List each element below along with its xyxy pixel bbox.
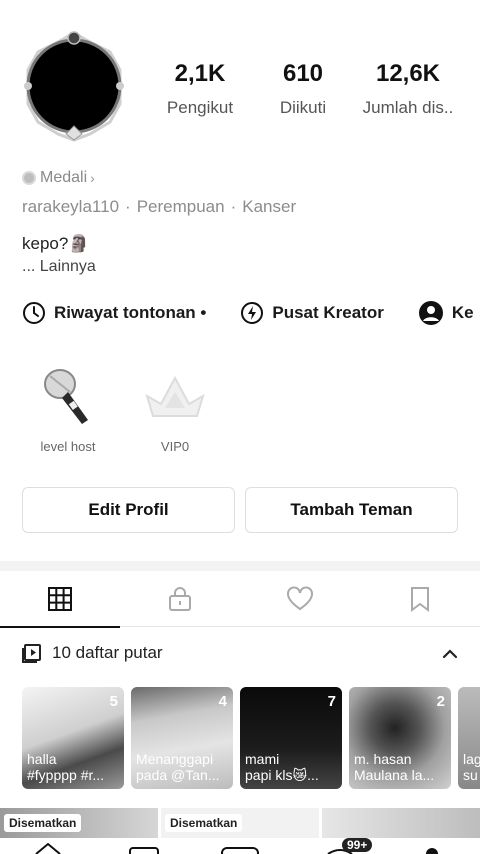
chevron-right-icon: › — [90, 170, 95, 186]
tab-liked[interactable] — [240, 571, 360, 627]
playlist-count: 2 — [436, 693, 445, 710]
zodiac: Kanser — [242, 197, 297, 216]
playlist-count: 7 — [327, 693, 336, 710]
friends-icon[interactable] — [128, 846, 160, 854]
following-label: Diikuti — [279, 98, 327, 117]
lock-icon — [169, 587, 191, 611]
gender: Perempuan — [136, 197, 225, 216]
watch-history-label: Riwayat tontonan • — [54, 303, 207, 322]
pinned-label: Disematkan — [165, 814, 243, 832]
video-thumbnail[interactable] — [322, 808, 480, 838]
followers-count: 2,1K — [174, 60, 226, 87]
medal-icon — [22, 171, 36, 185]
clock-icon — [23, 302, 45, 324]
playlist-title: lag su — [463, 751, 480, 783]
tab-private[interactable] — [120, 571, 240, 627]
crown-icon — [145, 375, 205, 417]
level-host-badge[interactable]: level host — [18, 366, 118, 454]
playlist-title: m. hasan Maulana la... — [354, 751, 435, 783]
create-icon[interactable] — [220, 846, 260, 854]
medal-label: Medali — [40, 169, 88, 186]
home-icon[interactable] — [34, 842, 62, 854]
playlist-title: mami papi kls😿... — [245, 751, 319, 783]
playlist-heading: 10 daftar putar — [52, 643, 163, 662]
playlist-count: 5 — [109, 693, 118, 710]
playlist-card[interactable]: 7 mami papi kls😿... — [240, 687, 342, 789]
playlist-card[interactable]: 4 Menanggapi pada @Tan... — [131, 687, 233, 789]
likes-label: Jumlah dis.. — [362, 98, 454, 117]
playlist-title: Menanggapi pada @Tan... — [136, 751, 220, 783]
level-host-label: level host — [40, 439, 96, 454]
separator: · — [230, 197, 237, 216]
creator-center-shortcut[interactable]: Pusat Kreator — [240, 301, 384, 325]
third-shortcut[interactable]: Ke — [418, 300, 474, 326]
username: rarakeyla110 — [22, 197, 120, 216]
content-tabs — [0, 571, 480, 628]
avatar-icon — [418, 301, 443, 325]
shortcut-row: Riwayat tontonan • Pusat Kreator Ke — [22, 300, 480, 326]
following-count: 610 — [282, 60, 324, 87]
creator-center-label: Pusat Kreator — [272, 303, 384, 322]
playlist-card[interactable]: 5 halla #fypppp #r... — [22, 687, 124, 789]
separator: · — [125, 197, 131, 216]
active-tab-indicator — [0, 626, 120, 628]
bio-text: kepo?🗿 — [22, 234, 90, 253]
profile-meta: rarakeyla110 · Perempuan · Kanser — [22, 197, 296, 217]
bolt-icon — [241, 302, 264, 324]
playlist-card[interactable]: 2 m. hasan Maulana la... — [349, 687, 451, 789]
tab-videos[interactable] — [0, 571, 120, 628]
playlist-card[interactable]: lag su — [458, 687, 480, 789]
followers-stat[interactable]: 2,1K Pengikut — [160, 60, 240, 118]
heart-icon — [287, 586, 313, 611]
vip-badge[interactable]: VIP0 — [125, 366, 225, 454]
followers-label: Pengikut — [166, 98, 234, 117]
watch-history-shortcut[interactable]: Riwayat tontonan • — [22, 301, 206, 325]
likes-count: 12,6K — [375, 60, 441, 87]
edit-profile-button[interactable]: Edit Profil — [22, 487, 235, 533]
chevron-up-icon[interactable] — [440, 644, 460, 669]
playlist-icon — [22, 644, 41, 663]
bottom-navigation: 99+ — [0, 838, 480, 854]
likes-stat[interactable]: 12,6K Jumlah dis.. — [352, 60, 464, 118]
third-shortcut-label: Ke — [451, 303, 474, 322]
medal-link[interactable]: Medali › — [22, 169, 95, 187]
inbox-badge: 99+ — [342, 838, 373, 852]
bookmark-icon — [411, 587, 429, 612]
microphone-icon — [44, 369, 88, 424]
pinned-label: Disematkan — [4, 814, 82, 832]
tab-saved[interactable] — [360, 571, 480, 627]
grid-icon — [48, 587, 72, 611]
playlist-title: halla #fypppp #r... — [27, 751, 105, 783]
playlist-count: 4 — [218, 693, 227, 710]
section-divider — [0, 561, 480, 571]
following-stat[interactable]: 610 Diikuti — [263, 60, 343, 118]
bio-more-link[interactable]: ... Lainnya — [22, 258, 96, 276]
add-friend-button[interactable]: Tambah Teman — [245, 487, 458, 533]
vip-label: VIP0 — [160, 439, 190, 454]
profile-avatar[interactable] — [20, 30, 128, 142]
video-grid-preview: Disematkan Disematkan — [0, 808, 480, 838]
playlist-header[interactable]: 10 daftar putar — [22, 643, 163, 663]
profile-icon[interactable] — [424, 846, 440, 854]
